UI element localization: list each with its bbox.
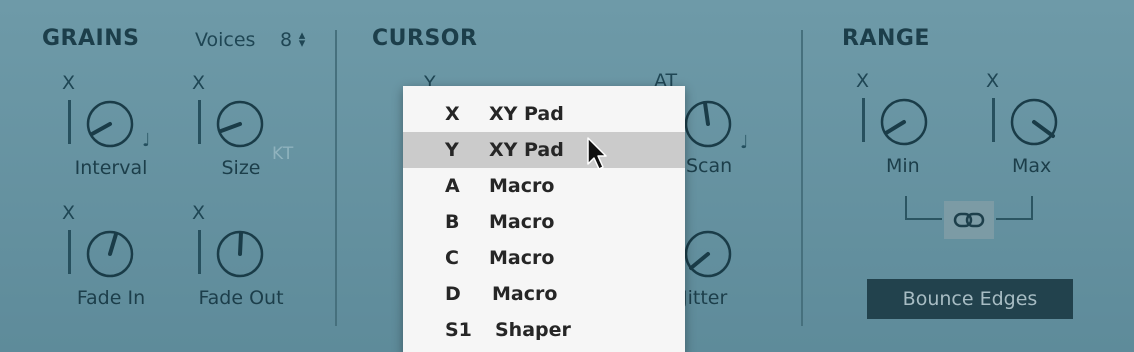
jitter-label: Jitter (682, 287, 728, 309)
menu-item-y[interactable]: Y XY Pad (403, 132, 685, 168)
fade-out-mod-bar (198, 230, 201, 274)
range-title: RANGE (842, 26, 930, 51)
fade-out-knob[interactable] (214, 228, 268, 282)
min-label: Min (886, 155, 920, 177)
cursor-title: CURSOR (372, 26, 478, 51)
menu-item-name: Macro (489, 175, 555, 197)
max-mod-bar (992, 98, 995, 142)
scan-label: Scan (686, 155, 733, 177)
max-label: Max (1012, 155, 1052, 177)
menu-item-key: C (445, 247, 459, 269)
menu-item-s1[interactable]: S1 Shaper (403, 312, 685, 348)
menu-item-b[interactable]: B Macro (403, 204, 685, 240)
divider-grains-cursor (335, 30, 337, 326)
fade-in-mod-x: X (62, 202, 76, 224)
link-bracket-right (996, 196, 1033, 220)
menu-item-d[interactable]: D Macro (403, 276, 685, 312)
min-mod-bar (862, 98, 865, 142)
interval-knob[interactable] (84, 98, 138, 152)
scan-knob[interactable] (682, 98, 736, 152)
link-icon (953, 212, 985, 228)
voices-label: Voices (195, 29, 256, 51)
min-knob[interactable] (878, 96, 932, 150)
fade-in-knob[interactable] (84, 228, 138, 282)
menu-item-key: B (445, 211, 460, 233)
fade-in-label: Fade In (76, 287, 146, 309)
menu-item-name: XY Pad (489, 103, 564, 125)
menu-item-key: S1 (445, 319, 472, 341)
menu-item-name: XY Pad (489, 139, 564, 161)
divider-cursor-range (801, 30, 803, 326)
size-knob[interactable] (214, 98, 268, 152)
size-mod-bar (198, 100, 201, 144)
note-icon: ♩ (740, 132, 749, 153)
grains-title: GRAINS (42, 26, 140, 51)
menu-item-name: Macro (489, 247, 555, 269)
stepper-icon[interactable]: ▴ ▾ (295, 29, 309, 50)
menu-item-x[interactable]: X XY Pad (403, 96, 685, 132)
link-button[interactable] (944, 201, 994, 239)
fade-in-mod-bar (68, 230, 71, 274)
menu-item-name: Shaper (495, 319, 571, 341)
menu-item-key: D (445, 283, 461, 305)
menu-item-name: Macro (489, 211, 555, 233)
interval-mod-bar (68, 100, 71, 144)
voices-value[interactable]: 8 (280, 29, 292, 51)
max-knob[interactable] (1008, 96, 1062, 150)
menu-item-a[interactable]: A Macro (403, 168, 685, 204)
menu-item-name: Macro (492, 283, 558, 305)
mod-source-menu: X XY Pad Y XY Pad A Macro B Macro C Macr… (403, 86, 685, 352)
menu-item-key: X (445, 103, 460, 125)
note-icon: ♩ (142, 130, 151, 151)
max-mod-x: X (986, 70, 1000, 92)
link-bracket-left (905, 196, 942, 220)
size-label: Size (221, 157, 261, 179)
jitter-knob[interactable] (682, 228, 736, 282)
bounce-edges-button[interactable]: Bounce Edges (867, 279, 1073, 319)
menu-item-key: A (445, 175, 460, 197)
size-mod-x: X (192, 72, 206, 94)
menu-item-c[interactable]: C Macro (403, 240, 685, 276)
interval-label: Interval (74, 157, 148, 179)
mouse-pointer-icon (587, 137, 607, 170)
fade-out-label: Fade Out (198, 287, 284, 309)
interval-mod-x: X (62, 72, 76, 94)
menu-item-key: Y (445, 139, 459, 161)
min-mod-x: X (856, 70, 870, 92)
fade-out-mod-x: X (192, 202, 206, 224)
